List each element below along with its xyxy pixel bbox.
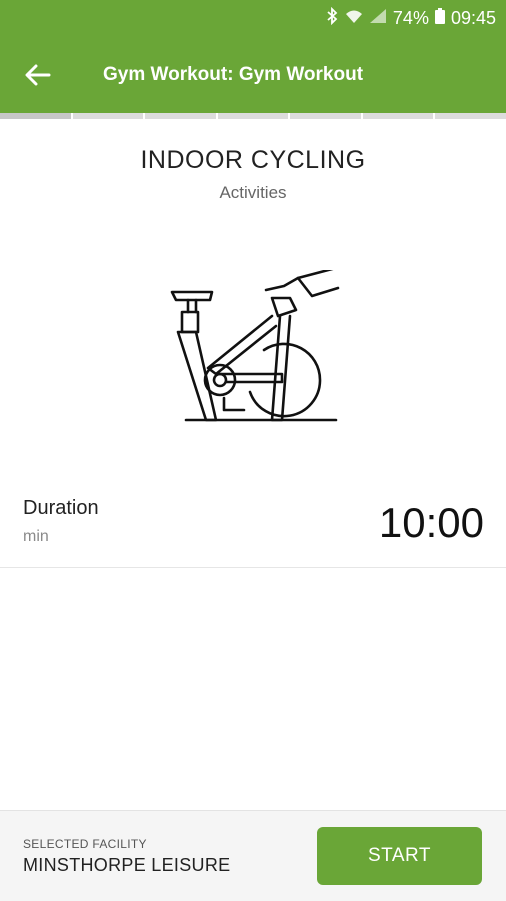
signal-icon — [369, 8, 387, 29]
wifi-icon — [345, 8, 363, 29]
segment — [362, 113, 434, 119]
facility-caption: SELECTED FACILITY — [23, 837, 147, 851]
clock-time: 09:45 — [450, 7, 496, 28]
progress-segments — [0, 113, 506, 119]
app-bar: Gym Workout: Gym Workout — [0, 36, 506, 113]
arrow-left-icon — [25, 64, 51, 86]
segment — [290, 113, 361, 119]
duration-unit: min — [23, 528, 49, 545]
segment — [0, 113, 71, 119]
activity-subtitle: Activities — [219, 183, 287, 202]
bluetooth-icon — [325, 6, 339, 30]
start-button[interactable]: START — [317, 827, 482, 885]
duration-row[interactable]: Duration min 10:00 — [0, 485, 506, 568]
facility-name[interactable]: MINSTHORPE LEISURE — [23, 855, 230, 876]
segment — [72, 113, 144, 119]
spin-bike-icon — [170, 270, 340, 422]
segment — [217, 113, 289, 119]
activity-title: INDOOR CYCLING — [140, 146, 366, 174]
footer-bar: SELECTED FACILITY MINSTHORPE LEISURE STA… — [0, 810, 506, 901]
duration-label: Duration — [23, 497, 99, 519]
status-icons: 74% 09:45 — [325, 0, 496, 36]
battery-icon — [434, 7, 445, 29]
duration-value[interactable]: 10:00 — [379, 499, 484, 547]
status-bar: 74% 09:45 — [0, 0, 506, 36]
battery-percent: 74% — [392, 7, 429, 28]
segment — [145, 113, 216, 119]
app-title: Gym Workout: Gym Workout — [103, 64, 364, 85]
segment — [435, 113, 506, 119]
back-button[interactable] — [20, 57, 56, 93]
